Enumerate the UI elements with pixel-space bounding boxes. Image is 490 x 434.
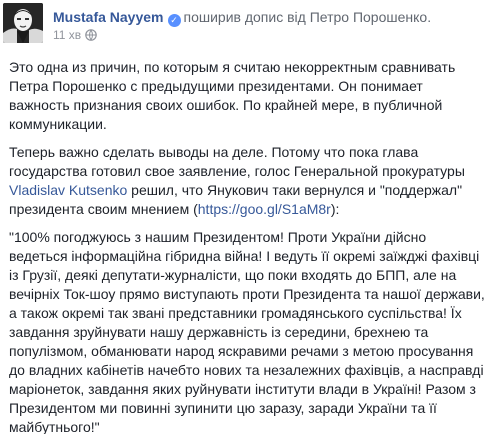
- facebook-post: Mustafa Nayyem ✓ поширив допис від Петро П…: [0, 0, 490, 434]
- shared-post-text: поширив допис від Петро Порошенко.: [183, 9, 432, 25]
- globe-icon[interactable]: [85, 29, 97, 44]
- post-paragraph-3: "100% погоджуюсь з нашим Президентом! Пр…: [9, 229, 485, 434]
- post-body: Это одна из причин, по которым я считаю …: [9, 58, 487, 434]
- author-name[interactable]: Mustafa Nayyem: [53, 9, 164, 25]
- verified-check-icon: ✓: [167, 14, 181, 27]
- post-meta: 11 хв: [53, 28, 97, 44]
- avatar-portrait: [3, 3, 43, 43]
- post-paragraph-2: Теперь важно сделать выводы на деле. Пот…: [9, 143, 487, 219]
- post-header: Mustafa Nayyem ✓ поширив допис від Петро П…: [53, 9, 431, 27]
- url-link[interactable]: https://goo.gl/S1aM8r: [198, 201, 331, 217]
- post-timestamp[interactable]: 11 хв: [53, 28, 81, 42]
- author-avatar[interactable]: [3, 3, 43, 43]
- post-paragraph-1: Это одна из причин, по которым я считаю …: [9, 59, 456, 132]
- paragraph-2-text-start: Теперь важно сделать выводы на деле. Пот…: [9, 144, 465, 179]
- mention-link[interactable]: Vladislav Kutsenko: [9, 182, 127, 198]
- paragraph-2-text-end: ):: [330, 201, 340, 217]
